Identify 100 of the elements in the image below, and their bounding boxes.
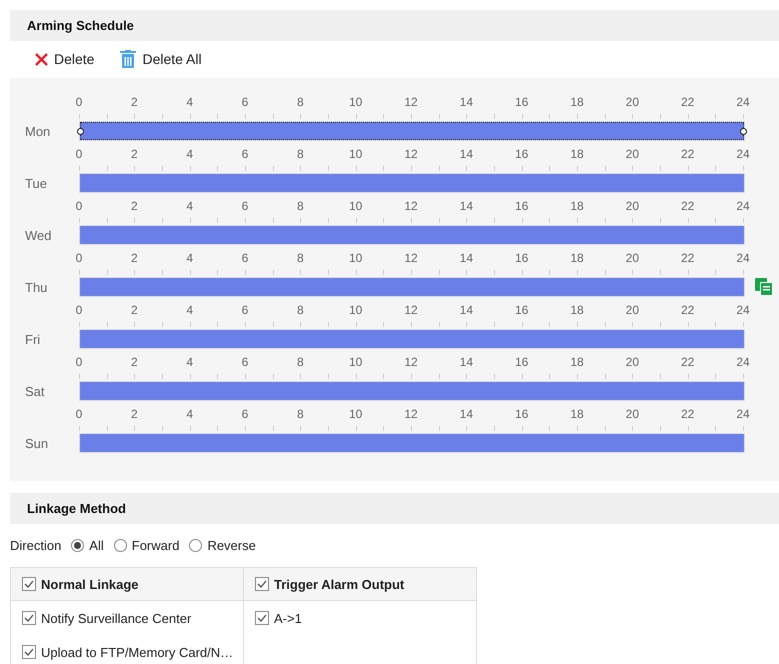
hour-label: 24 xyxy=(736,251,750,265)
section-title: Arming Schedule xyxy=(10,10,779,41)
hour-label: 24 xyxy=(736,199,750,213)
hour-label: 14 xyxy=(460,95,473,109)
hour-label: 16 xyxy=(514,251,528,265)
hour-label: 10 xyxy=(348,95,362,109)
hour-label: 24 xyxy=(736,355,750,369)
hour-label: 24 xyxy=(736,95,750,109)
hour-label: 8 xyxy=(296,303,304,317)
hour-label: 14 xyxy=(460,147,473,161)
linkage-option-checkbox[interactable]: Notify Surveillance Center xyxy=(22,610,192,626)
hour-label: 2 xyxy=(130,199,138,213)
checkbox[interactable] xyxy=(22,577,36,591)
hour-label: 18 xyxy=(570,95,584,109)
hour-label: 4 xyxy=(186,355,193,369)
hour-label: 20 xyxy=(626,303,639,317)
day-label: Mon xyxy=(24,124,52,138)
hour-label: 22 xyxy=(680,147,694,161)
day-label: Fri xyxy=(24,332,42,346)
hour-label: 16 xyxy=(514,147,528,161)
hour-label: 12 xyxy=(404,303,418,317)
hour-label: 24 xyxy=(736,147,750,161)
hour-label: 0 xyxy=(76,303,82,317)
hour-label: 20 xyxy=(626,407,639,421)
hour-label: 18 xyxy=(570,355,584,369)
delete-button[interactable]: Delete xyxy=(35,51,94,67)
trash-icon xyxy=(120,50,136,68)
copy-icon[interactable] xyxy=(755,278,773,296)
hour-label: 10 xyxy=(348,147,362,161)
hour-label: 16 xyxy=(514,355,528,369)
hour-label: 20 xyxy=(626,251,639,265)
hour-label: 6 xyxy=(242,303,248,317)
hour-label: 12 xyxy=(404,95,418,109)
direction-radio[interactable]: Reverse xyxy=(189,538,256,552)
hour-label: 6 xyxy=(242,407,248,421)
hour-label: 4 xyxy=(186,251,193,265)
hour-label: 22 xyxy=(680,95,694,109)
hour-label: 18 xyxy=(570,407,584,421)
hour-label: 8 xyxy=(296,95,304,109)
hour-label: 0 xyxy=(76,251,82,265)
hour-label: 22 xyxy=(680,303,694,317)
hour-label: 18 xyxy=(570,303,584,317)
close-icon xyxy=(35,52,48,66)
hour-label: 22 xyxy=(680,407,694,421)
direction-radio[interactable]: All xyxy=(71,538,104,552)
hour-label: 14 xyxy=(460,199,473,213)
hour-label: 22 xyxy=(680,355,694,369)
hour-label: 18 xyxy=(570,147,584,161)
hour-label: 18 xyxy=(570,199,584,213)
hour-label: 0 xyxy=(76,355,82,369)
hour-label: 8 xyxy=(296,407,304,421)
checkbox[interactable] xyxy=(255,577,269,591)
hour-label: 22 xyxy=(680,199,694,213)
hour-label: 18 xyxy=(570,251,584,265)
hour-label: 16 xyxy=(514,199,528,213)
hour-label: 4 xyxy=(186,95,193,109)
checkbox[interactable] xyxy=(255,611,269,625)
linkage-option-checkbox[interactable]: Upload to FTP/Memory Card/N… xyxy=(22,644,234,660)
hour-label: 4 xyxy=(186,303,193,317)
hour-label: 20 xyxy=(626,199,639,213)
hour-label: 20 xyxy=(626,95,639,109)
hour-label: 16 xyxy=(514,407,528,421)
hour-label: 2 xyxy=(130,407,138,421)
hour-label: 24 xyxy=(736,303,750,317)
hour-label: 10 xyxy=(348,251,362,265)
hour-label: 20 xyxy=(626,355,639,369)
section-title: Linkage Method xyxy=(10,493,779,524)
hour-label: 8 xyxy=(296,355,304,369)
linkage-option-checkbox[interactable]: A->1 xyxy=(255,610,302,626)
hour-label: 14 xyxy=(460,251,473,265)
hour-label: 16 xyxy=(514,95,528,109)
hour-label: 12 xyxy=(404,199,418,213)
direction-radio[interactable]: Forward xyxy=(114,538,180,552)
hour-label: 14 xyxy=(460,303,473,317)
hour-label: 20 xyxy=(626,147,639,161)
hour-label: 16 xyxy=(514,303,528,317)
checkbox[interactable] xyxy=(22,611,36,625)
hour-label: 6 xyxy=(242,355,248,369)
hour-label: 8 xyxy=(296,251,304,265)
delete-all-button[interactable]: Delete All xyxy=(120,50,202,68)
hour-label: 2 xyxy=(130,303,138,317)
hour-label: 10 xyxy=(348,199,362,213)
day-label: Sun xyxy=(24,436,50,450)
hour-label: 12 xyxy=(404,251,418,265)
hour-label: 12 xyxy=(404,407,418,421)
hour-label: 0 xyxy=(76,147,82,161)
hour-label: 4 xyxy=(186,199,193,213)
hour-label: 10 xyxy=(348,355,362,369)
hour-label: 24 xyxy=(736,407,750,421)
day-label: Wed xyxy=(24,228,52,242)
hour-label: 2 xyxy=(130,251,138,265)
hour-label: 0 xyxy=(76,199,82,213)
hour-label: 8 xyxy=(296,199,304,213)
hour-label: 0 xyxy=(76,407,82,421)
checkbox[interactable] xyxy=(22,645,36,659)
day-label: Tue xyxy=(24,176,48,190)
hour-label: 2 xyxy=(130,95,138,109)
direction-label: Direction xyxy=(10,538,62,552)
hour-label: 6 xyxy=(242,251,248,265)
hour-label: 6 xyxy=(242,147,248,161)
